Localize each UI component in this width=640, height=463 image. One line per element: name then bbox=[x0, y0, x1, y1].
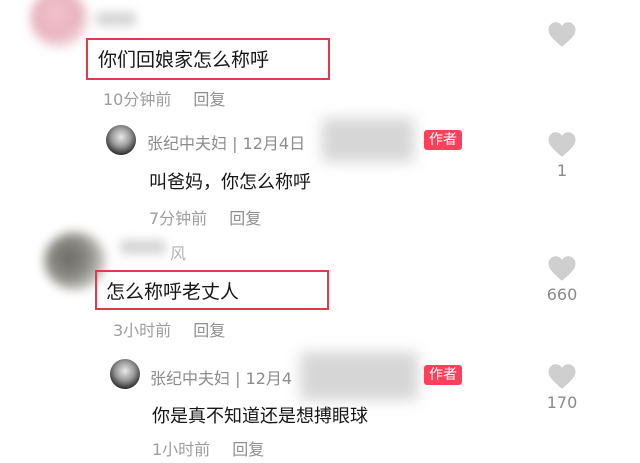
commenter-name-fragment: 风 bbox=[170, 244, 187, 263]
like-count: 660 bbox=[546, 285, 578, 304]
comment-time: 10分钟前 bbox=[103, 90, 172, 109]
reply-text: 叫爸妈，你怎么称呼 bbox=[149, 172, 311, 193]
reply-author-line[interactable]: 张纪中夫妇 | 12月4日 bbox=[147, 130, 305, 154]
commenter-avatar[interactable] bbox=[30, 0, 88, 48]
heart-icon[interactable] bbox=[547, 363, 577, 390]
like-count: 1 bbox=[556, 161, 568, 180]
comment-text: 怎么称呼老丈人 bbox=[106, 281, 240, 303]
reply-author-line[interactable]: 张纪中夫妇 | 12月4 bbox=[150, 365, 292, 389]
comment-time: 3小时前 bbox=[113, 321, 172, 340]
reply-meta: 1小时前 回复 bbox=[152, 436, 264, 460]
like-count: 170 bbox=[546, 393, 578, 412]
reply-button[interactable]: 回复 bbox=[193, 321, 225, 340]
comment-meta: 3小时前 回复 bbox=[113, 317, 225, 341]
commenter-name-blurred bbox=[120, 240, 166, 254]
commenter-name-blurred bbox=[96, 12, 136, 26]
author-avatar[interactable] bbox=[110, 359, 140, 389]
reply-button[interactable]: 回复 bbox=[229, 209, 261, 228]
heart-icon[interactable] bbox=[547, 131, 577, 158]
reply-time: 7分钟前 bbox=[149, 209, 208, 228]
heart-icon[interactable] bbox=[547, 21, 577, 48]
reply-button[interactable]: 回复 bbox=[193, 90, 225, 109]
heart-icon[interactable] bbox=[547, 255, 577, 282]
reply-button[interactable]: 回复 bbox=[232, 440, 264, 459]
author-badge: 作者 bbox=[424, 365, 462, 385]
reply-meta: 7分钟前 回复 bbox=[149, 205, 261, 229]
reply-text: 你是真不知道还是想搏眼球 bbox=[152, 406, 368, 427]
author-avatar[interactable] bbox=[106, 125, 136, 155]
comment-text: 你们回娘家怎么称呼 bbox=[98, 49, 270, 71]
redacted-smudge bbox=[300, 352, 418, 400]
author-badge: 作者 bbox=[424, 130, 462, 150]
reply-time: 1小时前 bbox=[152, 440, 211, 459]
redacted-smudge bbox=[322, 118, 414, 162]
comment-meta: 10分钟前 回复 bbox=[103, 86, 225, 110]
